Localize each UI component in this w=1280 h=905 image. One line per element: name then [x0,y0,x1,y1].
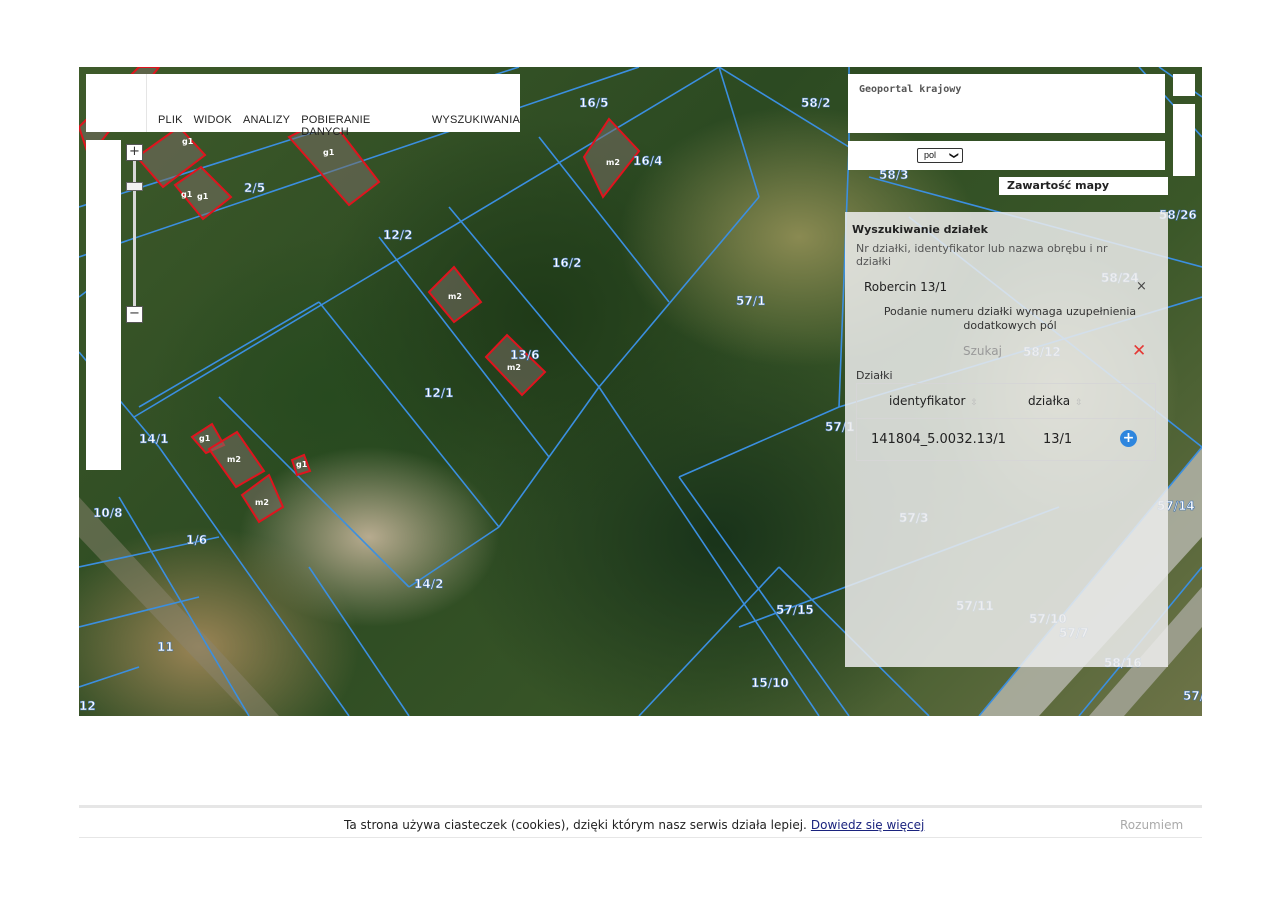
cell-identyfikator: 141804_5.0032.13/1 [871,432,1006,447]
building-label: m2 [255,498,269,507]
building-label: m2 [606,158,620,167]
building-label: m2 [507,363,521,372]
zoom-out-button[interactable]: − [126,306,143,323]
parcel-label: 13/6 [510,348,539,362]
cell-dzialka: 13/1 [1043,432,1073,447]
results-table: identyfikator ⇳ działka ⇳ 141804_5.0032.13… [856,383,1156,461]
learn-more-link[interactable]: Dowiedz się więcej [811,818,924,832]
menu-analizy[interactable]: ANALIZY [243,114,290,138]
table-header: identyfikator ⇳ działka ⇳ [857,384,1155,419]
clear-icon[interactable]: × [1136,279,1147,294]
zoom-slider-track[interactable] [133,158,136,306]
search-warning: Podanie numeru działki wymaga uzupełnien… [883,305,1137,332]
parcel-label: 12/1 [424,386,453,400]
building-label: m2 [448,292,462,301]
search-panel-title: Wyszukiwanie działek [852,223,988,236]
column-label: identyfikator [889,394,966,408]
parcel-label: 1/6 [186,533,207,547]
zoom-slider-handle[interactable] [126,182,143,191]
parcel-line [598,386,820,716]
building-label: m2 [227,455,241,464]
toolbar-panel[interactable] [1173,104,1195,176]
column-header-identyfikator[interactable]: identyfikator ⇳ [889,394,978,408]
toolbar-button-top[interactable] [1173,74,1195,96]
language-value: pol [924,150,937,160]
cookie-text-wrapper: Ta strona używa ciasteczek (cookies), dz… [344,818,924,832]
building-label: g1 [199,434,211,443]
column-header-dzialka[interactable]: działka ⇳ [1028,394,1083,408]
parcel-label: 58/3 [879,168,908,182]
parcel-search-panel: Wyszukiwanie działek Nr działki, identyf… [845,212,1168,667]
building-label: g1 [181,190,193,199]
parcel-line [138,301,320,408]
parcel-line [79,666,140,688]
parcel-label: 57/15 [776,603,814,617]
parcel-line [378,236,550,458]
close-icon[interactable]: ✕ [1132,341,1146,361]
path [79,497,279,716]
parcel-line [718,67,760,198]
zoom-in-button[interactable]: + [126,144,143,161]
sort-icon: ⇳ [970,398,978,408]
accept-cookies-button[interactable]: Rozumiem [1120,818,1183,832]
language-select[interactable]: pol ❯ [917,148,963,163]
parcel-label: 2/5 [244,181,265,195]
cookie-bar: Ta strona używa ciasteczek (cookies), dz… [79,805,1202,838]
parcel-line [678,406,840,478]
map-contents-button[interactable]: Zawartość mapy [999,177,1168,195]
parcel-label: 16/5 [579,96,608,110]
parcel-line [318,301,500,528]
parcel-line [638,566,780,716]
parcel-label: 14/2 [414,577,443,591]
search-hint: Nr działki, identyfikator lub nazwa obrę… [856,242,1108,268]
parcel-label: 12/2 [383,228,412,242]
parcel-label: 12 [79,699,96,713]
zoom-panel [86,140,121,470]
menu-wyszukiwania[interactable]: WYSZUKIWANIA [432,114,520,138]
menu-plik[interactable]: PLIK [158,114,183,138]
language-panel: pol ❯ [848,141,1165,170]
parcel-label: 10/8 [93,506,122,520]
results-label: Działki [856,369,893,382]
geoportal-header: Geoportal krajowy [848,74,1165,133]
menu-widok[interactable]: WIDOK [194,114,232,138]
menu-pobieranie-danych[interactable]: POBIERANIE DANYCH [301,114,421,138]
parcel-label: 15/10 [751,676,789,690]
parcel-label: 58/2 [801,96,830,110]
main-menu-bar: PLIK WIDOK ANALIZY POBIERANIE DANYCH WYS… [86,74,520,138]
logo-area [86,74,147,132]
parcel-line [308,566,410,716]
geoportal-title: Geoportal krajowy [859,84,962,95]
cookie-message: Ta strona używa ciasteczek (cookies), dz… [344,818,807,832]
parcel-line [118,496,250,716]
main-menu: PLIK WIDOK ANALIZY POBIERANIE DANYCH WYS… [158,114,520,138]
search-input[interactable]: Robercin 13/1 [864,280,947,294]
building-label: g1 [197,192,209,201]
parcel-label: 14/1 [139,432,168,446]
add-icon[interactable]: + [1120,430,1137,447]
parcel-label: 16/2 [552,256,581,270]
sort-icon: ⇳ [1075,398,1083,408]
parcel-line [598,196,760,388]
parcel-label: 57/ [1183,689,1202,703]
parcel-label: 57/1 [736,294,765,308]
column-label: działka [1028,394,1071,408]
building-label: g1 [323,148,335,157]
search-button[interactable]: Szukaj [963,344,1002,358]
building-label: g1 [296,460,308,469]
chevron-down-icon: ❯ [949,151,960,160]
parcel-label: 16/4 [633,154,662,168]
building-label: g1 [182,137,194,146]
parcel-label: 11 [157,640,174,654]
